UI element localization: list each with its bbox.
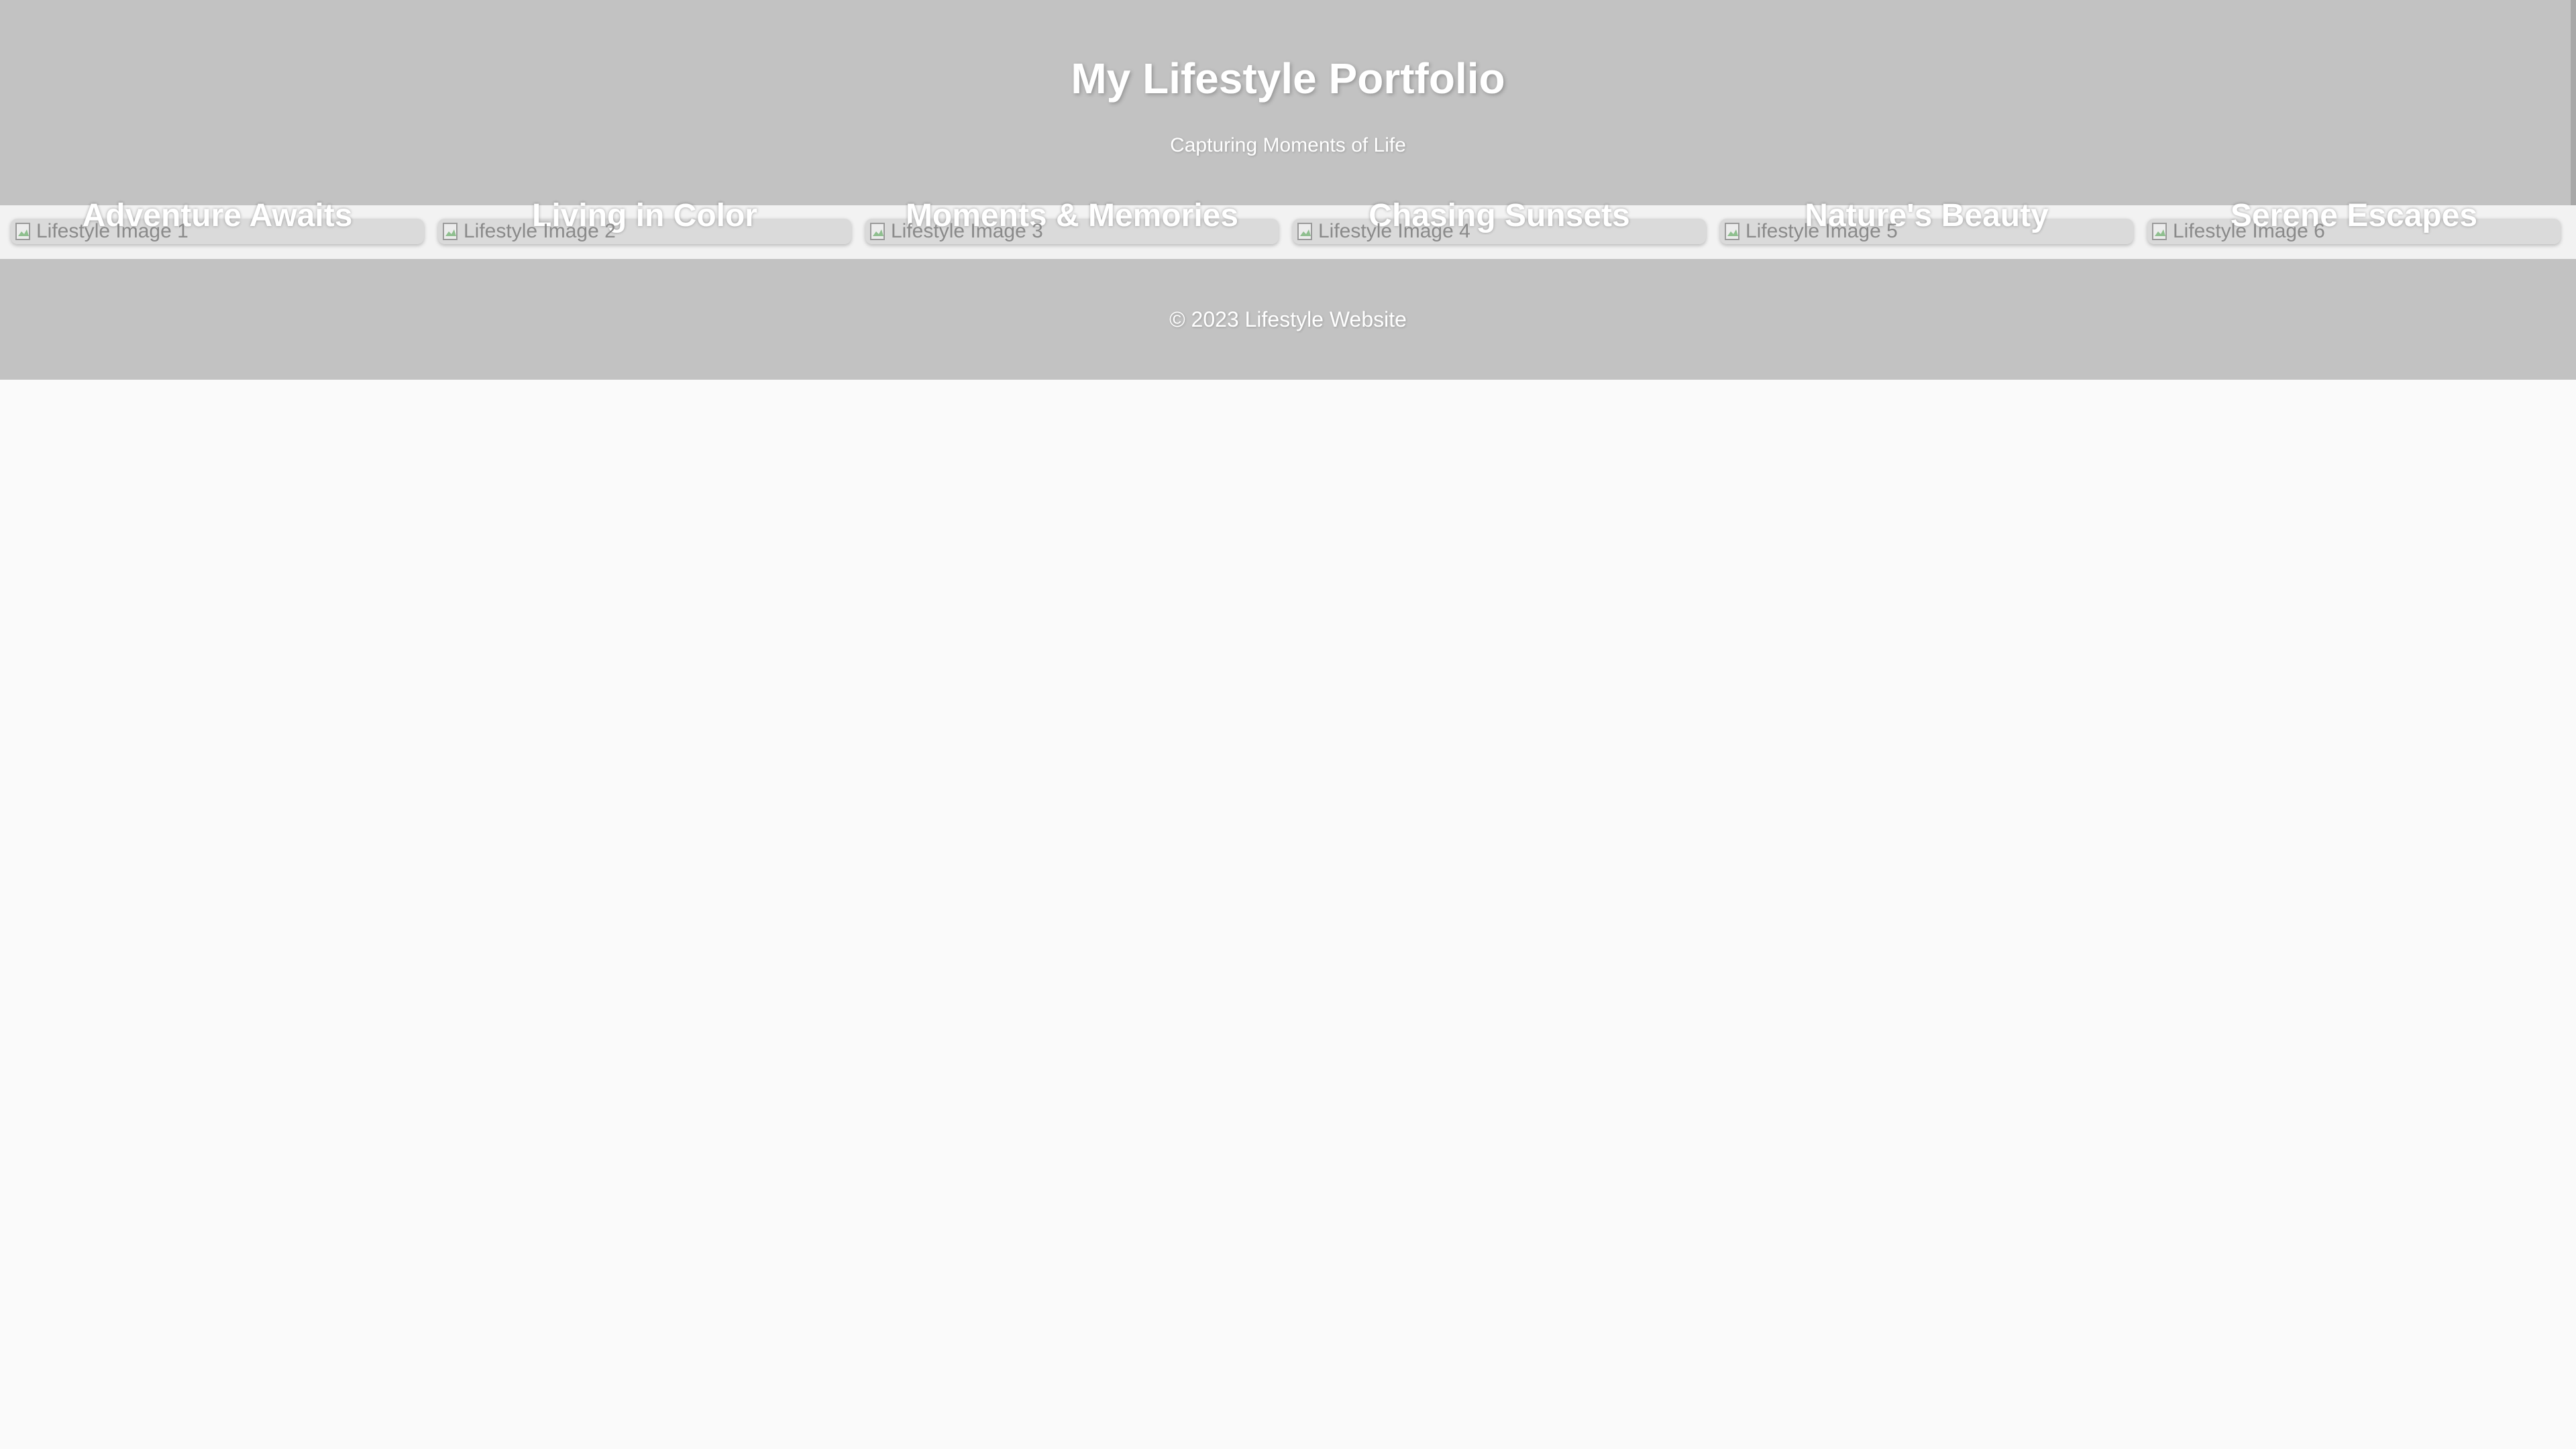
card-image: Lifestyle Image 4 [1297, 220, 1470, 243]
image-alt-text: Lifestyle Image 2 [464, 220, 616, 242]
broken-image-icon [870, 223, 885, 240]
site-subtitle: Capturing Moments of Life [1170, 134, 1406, 156]
image-alt-text: Lifestyle Image 4 [1318, 220, 1470, 242]
broken-image-icon [443, 223, 458, 240]
card-image: Lifestyle Image 6 [2151, 220, 2325, 243]
copyright-text: © 2023 Lifestyle Website [1169, 307, 1407, 331]
gallery-card[interactable]: Nature's Beauty Lifestyle Image 5 [1720, 198, 2133, 244]
broken-image-icon [1297, 223, 1312, 240]
image-alt-text: Lifestyle Image 6 [2173, 220, 2325, 242]
site-footer: © 2023 Lifestyle Website [0, 259, 2576, 380]
gallery: Adventure Awaits Lifestyle Image 1 Livin… [0, 198, 2576, 259]
card-image: Lifestyle Image 3 [869, 220, 1043, 243]
image-alt-text: Lifestyle Image 5 [1746, 220, 1898, 242]
card-image: Lifestyle Image 5 [1724, 220, 1898, 243]
gallery-card[interactable]: Moments & Memories Lifestyle Image 3 [865, 198, 1279, 244]
site-title: My Lifestyle Portfolio [1071, 54, 1505, 103]
broken-image-icon [1725, 223, 1739, 240]
image-alt-text: Lifestyle Image 1 [36, 220, 189, 242]
gallery-card[interactable]: Chasing Sunsets Lifestyle Image 4 [1293, 198, 1706, 244]
gallery-card[interactable]: Living in Color Lifestyle Image 2 [438, 198, 851, 244]
card-image: Lifestyle Image 1 [15, 220, 189, 243]
gallery-card[interactable]: Serene Escapes Lifestyle Image 6 [2147, 198, 2561, 244]
broken-image-icon [2152, 223, 2167, 240]
gallery-card[interactable]: Adventure Awaits Lifestyle Image 1 [11, 198, 424, 244]
page: My Lifestyle Portfolio Capturing Moments… [0, 0, 2576, 1449]
site-header: My Lifestyle Portfolio Capturing Moments… [0, 0, 2576, 205]
card-image: Lifestyle Image 2 [442, 220, 616, 243]
image-alt-text: Lifestyle Image 3 [891, 220, 1043, 242]
scrollbar[interactable] [2571, 0, 2576, 205]
broken-image-icon [15, 223, 30, 240]
